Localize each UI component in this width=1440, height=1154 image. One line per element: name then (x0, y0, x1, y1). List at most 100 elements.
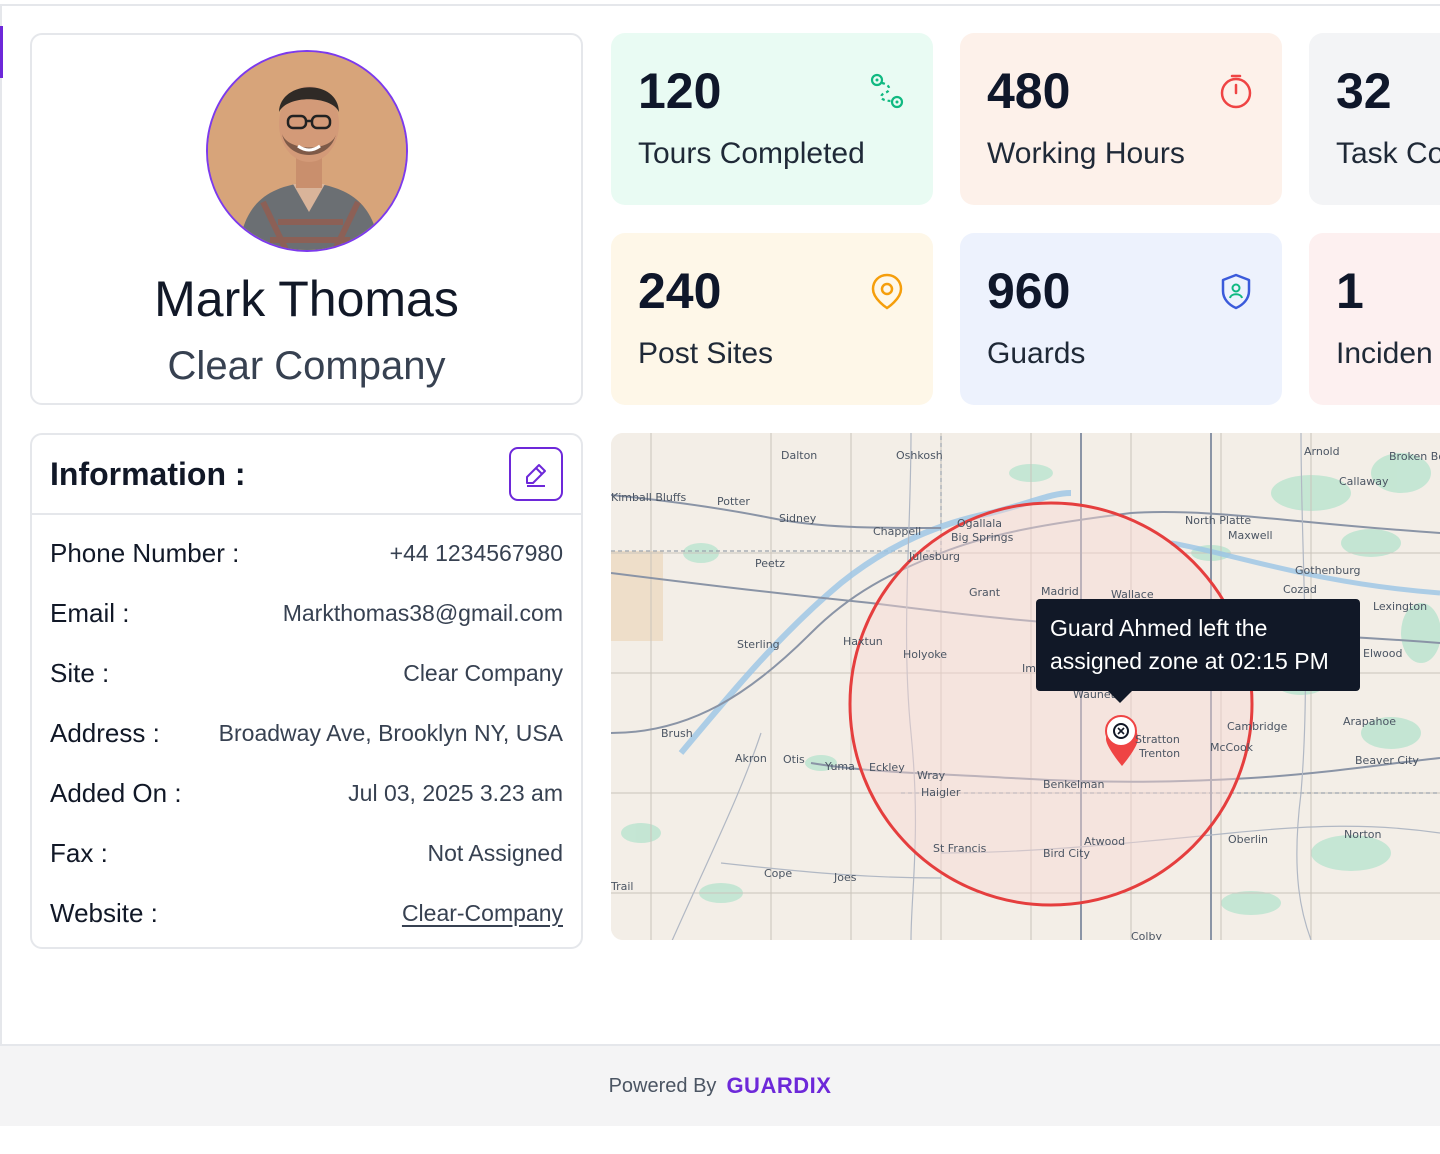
map-label: Sterling (737, 638, 780, 651)
info-row-website: Website : Clear-Company (50, 883, 563, 943)
top-divider (0, 0, 1440, 6)
stat-card-tasks[interactable]: 32 Task Co (1309, 33, 1440, 205)
stat-card-guards[interactable]: 960 Guards (960, 233, 1282, 405)
map-label: Dalton (781, 449, 818, 462)
map-label: Ogallala (957, 517, 1003, 530)
info-value: Markthomas38@gmail.com (282, 599, 563, 626)
map-label: Julesburg (909, 550, 961, 563)
info-row-fax: Fax : Not Assigned (50, 823, 563, 883)
map-label: Maxwell (1228, 529, 1273, 542)
tooltip-line-2: assigned zone at 02:15 PM (1050, 648, 1329, 674)
map-label: Wray (917, 769, 946, 782)
avatar-image (207, 52, 406, 250)
sidebar-edge (0, 6, 2, 1046)
map-label: McCook (1210, 741, 1254, 754)
stat-value: 120 (638, 63, 722, 119)
map-label: Akron (735, 752, 767, 765)
map-label: Potter (717, 495, 750, 508)
info-label: Fax : (50, 837, 108, 868)
map-label: Haxtun (843, 635, 883, 648)
info-value: Not Assigned (427, 839, 563, 866)
map-label: Trenton (1139, 747, 1181, 760)
brand-link[interactable]: GUARDIX (726, 1073, 831, 1099)
information-card: Information : Phone Number : +44 1234567… (30, 433, 583, 949)
map-label: Elwood (1363, 647, 1403, 660)
map-label: Oberlin (1228, 833, 1269, 846)
map-label: Chappell (873, 525, 922, 538)
info-label: Phone Number : (50, 537, 240, 568)
map-label: Callaway (1339, 475, 1389, 488)
info-label: Address : (50, 717, 160, 748)
stat-label: Tours Completed (638, 137, 865, 170)
map-label: Stratton (1135, 733, 1180, 746)
information-header: Information : (32, 435, 581, 515)
stat-label: Guards (987, 337, 1086, 370)
map[interactable]: Dalton Oshkosh Arnold Broken Bo Callaway… (611, 433, 1440, 940)
info-value: Jul 03, 2025 3.23 am (348, 779, 563, 806)
info-label: Website : (50, 897, 158, 928)
map-label: Norton (1344, 828, 1382, 841)
map-label: Peetz (755, 557, 785, 570)
map-label: Atwood (1084, 835, 1126, 848)
map-label: Bird City (1043, 847, 1090, 860)
map-label: Eckley (869, 761, 905, 774)
tooltip-line-1: Guard Ahmed left the (1050, 615, 1268, 641)
map-label: Madrid (1041, 585, 1079, 598)
location-pin-icon (871, 273, 903, 310)
edit-button[interactable] (509, 447, 563, 501)
info-value: +44 1234567980 (389, 539, 563, 566)
stat-card-working-hours[interactable]: 480 Working Hours (960, 33, 1282, 205)
stat-label: Task Co (1336, 137, 1440, 170)
stat-value: 1 (1336, 263, 1364, 319)
stat-value: 240 (638, 263, 722, 319)
information-rows: Phone Number : +44 1234567980 Email : Ma… (32, 515, 581, 943)
info-label: Email : (50, 597, 130, 628)
stat-card-incidents[interactable]: 1 Inciden (1309, 233, 1440, 405)
website-link[interactable]: Clear-Company (402, 900, 563, 927)
map-label: Lexington (1373, 600, 1428, 613)
info-row-address: Address : Broadway Ave, Brooklyn NY, USA (50, 703, 563, 763)
map-label: Broken Bo (1389, 450, 1440, 463)
stat-label: Working Hours (987, 137, 1185, 170)
pencil-icon (526, 464, 546, 487)
geofence-alert-tooltip: Guard Ahmed left the assigned zone at 02… (1036, 599, 1360, 703)
profile-name: Mark Thomas (154, 271, 459, 327)
stat-label: Post Sites (638, 337, 774, 370)
map-label: Cozad (1283, 583, 1317, 596)
stat-value: 32 (1336, 63, 1392, 119)
info-label: Site : (50, 657, 110, 688)
map-label: Beaver City (1355, 754, 1419, 767)
stat-card-post-sites[interactable]: 240 Post Sites (611, 233, 933, 405)
map-label: Joes (834, 871, 857, 884)
info-value: Clear Company (403, 659, 563, 686)
info-row-site: Site : Clear Company (50, 643, 563, 703)
map-label: Cambridge (1227, 720, 1288, 733)
map-label: Kimball Bluffs (611, 491, 687, 504)
info-label: Added On : (50, 777, 182, 808)
page: Mark Thomas Clear Company 120 Tours Comp… (0, 0, 1440, 1154)
map-label: Brush (661, 727, 693, 740)
map-label: Holyoke (903, 648, 948, 661)
info-row-added-on: Added On : Jul 03, 2025 3.23 am (50, 763, 563, 823)
stat-label: Inciden (1336, 337, 1433, 370)
map-label: Trail (611, 880, 634, 893)
map-label: Benkelman (1043, 778, 1105, 791)
avatar (205, 50, 408, 252)
footer: Powered By GUARDIX (0, 1046, 1440, 1126)
info-value: Broadway Ave, Brooklyn NY, USA (218, 719, 563, 746)
shield-user-icon (1221, 273, 1251, 310)
information-title: Information : (50, 455, 246, 492)
stat-value: 480 (987, 63, 1071, 119)
map-label: Otis (783, 753, 805, 766)
timer-icon (1220, 74, 1252, 109)
info-row-email: Email : Markthomas38@gmail.com (50, 583, 563, 643)
map-label: Sidney (779, 512, 817, 525)
profile-company: Clear Company (167, 344, 446, 388)
profile-card: Mark Thomas Clear Company (30, 33, 583, 405)
map-label: Oshkosh (896, 449, 943, 462)
map-label: St Francis (933, 842, 987, 855)
map-label: Gothenburg (1295, 564, 1361, 577)
stat-value: 960 (987, 263, 1071, 319)
stat-card-tours-completed[interactable]: 120 Tours Completed (611, 33, 933, 205)
map-label: Grant (969, 586, 1001, 599)
